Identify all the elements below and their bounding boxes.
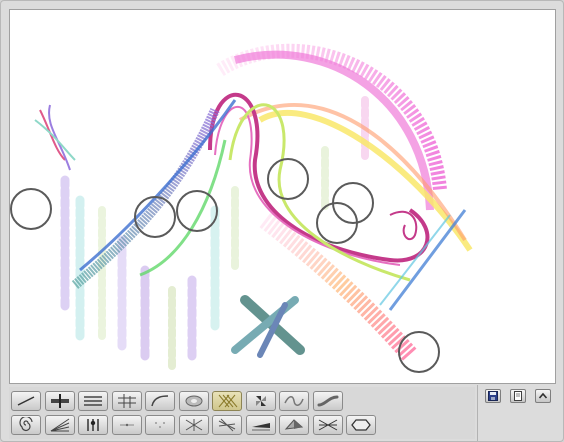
new-page-icon <box>514 391 522 401</box>
tool-shaded[interactable] <box>279 415 309 435</box>
toolbar-divider <box>477 385 478 441</box>
ellipse-icon <box>185 395 202 407</box>
line-icon <box>17 396 35 406</box>
tool-wave[interactable] <box>279 391 309 411</box>
sliders-icon <box>87 419 99 431</box>
tool-wedge[interactable] <box>245 415 276 435</box>
tool-sliders[interactable] <box>78 415 108 435</box>
app-window <box>0 0 564 442</box>
shaded-icon <box>284 419 304 430</box>
cross-weave-icon <box>318 419 337 431</box>
wedge-icon <box>251 423 270 431</box>
tool-pinwheel[interactable] <box>245 391 276 411</box>
bar-icon <box>50 394 69 408</box>
tool-line[interactable] <box>11 391 41 411</box>
curve-icon <box>151 395 169 407</box>
tool-curve[interactable] <box>145 391 175 411</box>
pinwheel-icon <box>255 396 266 406</box>
fan-lines-icon <box>50 418 69 432</box>
new-page-button[interactable] <box>510 389 526 403</box>
drawing-canvas[interactable] <box>9 9 556 384</box>
tool-bar[interactable] <box>44 391 75 411</box>
tool-scatter-strokes[interactable] <box>212 415 242 435</box>
tool-fan[interactable] <box>44 415 75 435</box>
web-icon <box>185 419 202 431</box>
parallel-lines-icon <box>84 396 102 406</box>
brush-rings <box>10 158 440 373</box>
hexagon-icon <box>351 419 371 431</box>
spiral-icon <box>19 417 33 431</box>
grid-lines-icon <box>117 394 136 408</box>
save-icon <box>488 391 498 401</box>
dots-icon <box>155 422 165 428</box>
tool-cross-weave[interactable] <box>312 415 343 435</box>
tool-thin-lines[interactable] <box>111 415 142 435</box>
tool-grid[interactable] <box>111 391 142 411</box>
thin-lines-icon <box>119 423 134 427</box>
diagonal-hatch-icon <box>218 394 238 408</box>
tool-hexagon[interactable] <box>346 415 376 435</box>
smooth-stroke-icon <box>317 395 338 407</box>
tool-smooth-stroke[interactable] <box>312 391 343 411</box>
scatter-strokes-icon <box>218 418 236 432</box>
cross-brush-strokes <box>231 295 305 358</box>
tool-web[interactable] <box>178 415 209 435</box>
chevron-up-icon <box>538 392 548 399</box>
collapse-button[interactable] <box>535 389 551 403</box>
tool-ellipse[interactable] <box>178 391 209 411</box>
wave-icon <box>284 396 304 406</box>
artwork <box>10 43 473 374</box>
tool-parallel[interactable] <box>78 391 108 411</box>
save-button[interactable] <box>485 389 501 403</box>
tool-spiral[interactable] <box>11 415 41 435</box>
brush-toolbar <box>9 387 475 439</box>
tool-dots[interactable] <box>145 415 175 435</box>
tool-diagonal-hatch[interactable] <box>212 391 242 411</box>
